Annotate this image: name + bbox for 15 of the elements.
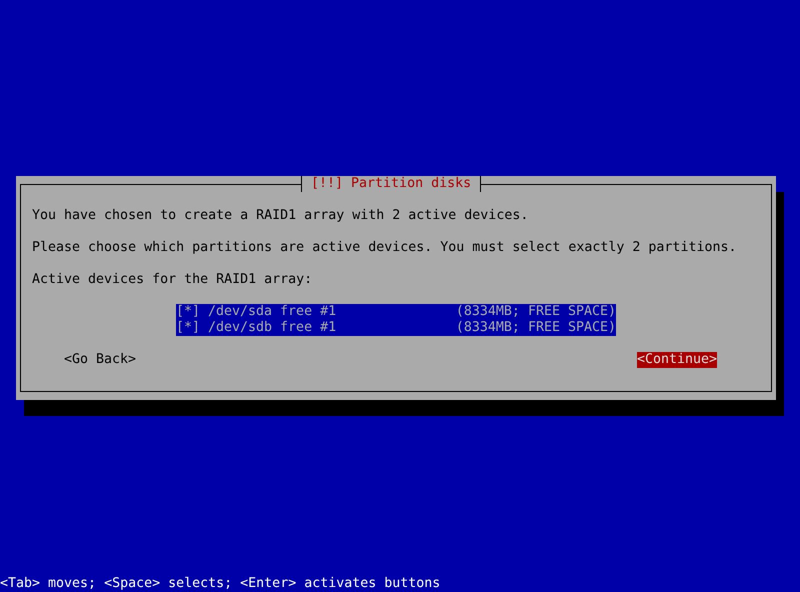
device-item[interactable]: [*] /dev/sda free #1 (8334MB; FREE SPACE) [176,304,616,320]
device-item[interactable]: [*] /dev/sdb free #1 (8334MB; FREE SPACE) [176,320,616,336]
continue-button[interactable]: <Continue> [636,352,717,368]
device-name: /dev/sda free #1 [208,304,338,320]
device-name: /dev/sdb free #1 [208,320,338,336]
device-size: (8334MB; FREE SPACE) [456,304,616,320]
dialog-title: [!!] Partition disks [301,176,482,192]
message-text: Please choose which partitions are active devices. You must select exactly 2 partitions. [32,240,738,256]
checkbox[interactable]: [*] [176,320,208,336]
device-size: (8334MB; FREE SPACE) [456,320,616,336]
message-text: Active devices for the RAID1 array: [32,272,314,288]
checkbox[interactable]: [*] [176,304,208,320]
go-back-button[interactable]: <Go Back> [64,352,136,368]
message-text: You have chosen to create a RAID1 array with 2 active devices. [32,208,530,224]
help-line: <Tab> moves; <Space> selects; <Enter> activates buttons [0,576,442,592]
